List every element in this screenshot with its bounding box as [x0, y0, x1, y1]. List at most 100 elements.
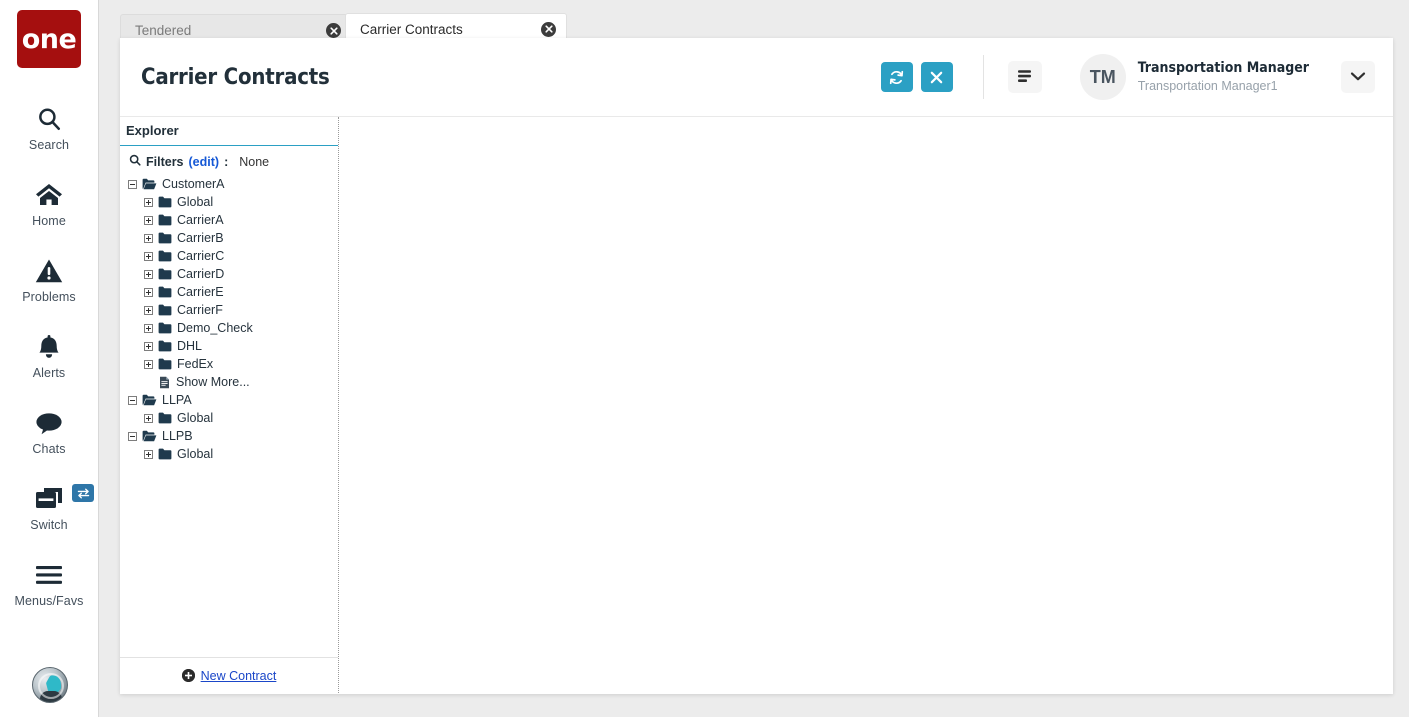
- sidebar-item-problems[interactable]: Problems: [0, 242, 98, 318]
- sidebar-item-label: Chats: [32, 442, 66, 456]
- expand-toggle-icon[interactable]: [144, 341, 153, 351]
- tree-node-label: CarrierD: [177, 266, 225, 281]
- tree-node[interactable]: FedEx: [124, 355, 338, 373]
- app-logo[interactable]: one: [17, 10, 81, 68]
- plus-circle-icon[interactable]: [181, 669, 195, 682]
- tree-node[interactable]: CarrierA: [124, 211, 338, 229]
- tree-node[interactable]: DHL: [124, 337, 338, 355]
- expand-toggle-icon[interactable]: [144, 233, 153, 243]
- tree-node-label: CarrierC: [177, 248, 225, 263]
- tree-node[interactable]: CarrierE: [124, 283, 338, 301]
- expand-toggle-icon[interactable]: [144, 449, 153, 459]
- folder-open-icon: [142, 394, 157, 406]
- close-circle-icon[interactable]: [326, 23, 341, 38]
- tree-node-label: Global: [177, 194, 214, 209]
- folder-icon: [158, 232, 172, 244]
- content-card: Carrier Contracts TM Transportation Mana…: [120, 38, 1393, 694]
- folder-icon: [158, 214, 172, 226]
- tree-node-label: CarrierF: [177, 302, 223, 317]
- x-icon: [929, 70, 944, 85]
- switch-windows-icon: [34, 484, 64, 514]
- home-icon: [35, 180, 63, 210]
- header-actions: TM Transportation Manager Transportation…: [873, 54, 1393, 100]
- folder-icon: [158, 322, 172, 334]
- rail-item-list: Search Home Problems Alerts Chats Switch…: [0, 90, 98, 622]
- filters-edit-link[interactable]: (edit): [189, 155, 220, 169]
- refresh-icon: [888, 69, 905, 86]
- folder-icon: [158, 268, 172, 280]
- tree-node-leaf[interactable]: Show More...: [124, 373, 338, 391]
- bell-icon: [36, 332, 62, 362]
- sidebar-item-label: Problems: [22, 290, 76, 304]
- expand-toggle-icon[interactable]: [144, 359, 153, 369]
- folder-icon: [158, 250, 172, 262]
- tree-node[interactable]: CarrierF: [124, 301, 338, 319]
- sidebar-item-label: Search: [28, 138, 70, 152]
- tree-node-label: Demo_Check: [177, 320, 253, 335]
- expand-toggle-icon[interactable]: [144, 269, 153, 279]
- collapse-toggle-icon[interactable]: [128, 395, 137, 405]
- sidebar-item-label: Home: [32, 214, 66, 228]
- tab-label: Tendered: [135, 23, 192, 38]
- new-contract-link[interactable]: New Contract: [201, 669, 277, 683]
- sidebar-item-chats[interactable]: Chats: [0, 394, 98, 470]
- app-root: one Search Home Problems Alerts Chats Sw…: [0, 0, 1409, 717]
- close-button[interactable]: [920, 62, 953, 92]
- tree-node[interactable]: Global: [124, 193, 338, 211]
- tree-node-label: CarrierA: [177, 212, 224, 227]
- tree-node-label: DHL: [177, 338, 203, 353]
- collapse-toggle-icon[interactable]: [128, 431, 137, 441]
- expand-toggle-icon[interactable]: [144, 305, 153, 315]
- sidebar-item-switch[interactable]: Switch: [0, 470, 98, 546]
- sidebar-item-alerts[interactable]: Alerts: [0, 318, 98, 394]
- expand-toggle-icon[interactable]: [144, 413, 153, 423]
- expand-toggle-icon[interactable]: [144, 287, 153, 297]
- expand-toggle-icon[interactable]: [144, 323, 153, 333]
- tree-node[interactable]: CarrierC: [124, 247, 338, 265]
- close-circle-icon[interactable]: [541, 21, 556, 37]
- explorer-title: Explorer: [120, 117, 338, 146]
- folder-icon: [158, 340, 172, 352]
- sidebar-item-menus-favs[interactable]: Menus/Favs: [0, 546, 98, 622]
- expand-toggle-icon[interactable]: [144, 251, 153, 261]
- tree-node[interactable]: Global: [124, 409, 338, 427]
- tab-label: Carrier Contracts: [360, 21, 463, 37]
- swap-arrows-icon[interactable]: [72, 484, 94, 502]
- page-title: Carrier Contracts: [141, 64, 330, 90]
- tree-node[interactable]: Demo_Check: [124, 319, 338, 337]
- document-icon: [158, 376, 171, 389]
- tree-node-label: LLPB: [162, 428, 193, 443]
- tree-node[interactable]: LLPA: [124, 391, 338, 409]
- avatar-initials: TM: [1089, 66, 1116, 87]
- header-divider: [982, 55, 984, 99]
- expand-toggle-icon[interactable]: [144, 215, 153, 225]
- tree-node[interactable]: LLPB: [124, 427, 338, 445]
- avatar[interactable]: TM: [1079, 54, 1126, 100]
- page-body: Explorer Filters (edit) : None CustomerA…: [120, 117, 1393, 693]
- sidebar-item-search[interactable]: Search: [0, 90, 98, 166]
- tree-node-label: LLPA: [162, 392, 192, 407]
- tree-node[interactable]: CarrierB: [124, 229, 338, 247]
- explorer-tree: CustomerA Global CarrierA CarrierB CarrierC C…: [120, 175, 338, 463]
- search-icon: [129, 154, 141, 169]
- user-menu-button[interactable]: [1341, 61, 1375, 93]
- tree-node-label: CustomerA: [162, 176, 225, 191]
- tree-node[interactable]: Global: [124, 445, 338, 463]
- tree-node-label: CarrierB: [177, 230, 224, 245]
- ai-assistant-avatar[interactable]: [32, 667, 68, 703]
- tree-node-label: FedEx: [177, 356, 214, 371]
- explorer-panel: Explorer Filters (edit) : None CustomerA…: [120, 117, 339, 693]
- list-menu-button[interactable]: [1007, 61, 1042, 93]
- sidebar-item-label: Switch: [30, 518, 68, 532]
- tree-node-label: CarrierE: [177, 284, 224, 299]
- sidebar-item-home[interactable]: Home: [0, 166, 98, 242]
- collapse-toggle-icon[interactable]: [128, 179, 137, 189]
- user-name: Transportation Manager: [1137, 60, 1309, 77]
- explorer-footer: New Contract: [120, 657, 338, 693]
- tree-node[interactable]: CarrierD: [124, 265, 338, 283]
- list-menu-icon: [1016, 69, 1034, 86]
- tree-node[interactable]: CustomerA: [124, 175, 338, 193]
- expand-toggle-icon[interactable]: [144, 197, 153, 207]
- refresh-button[interactable]: [880, 62, 913, 92]
